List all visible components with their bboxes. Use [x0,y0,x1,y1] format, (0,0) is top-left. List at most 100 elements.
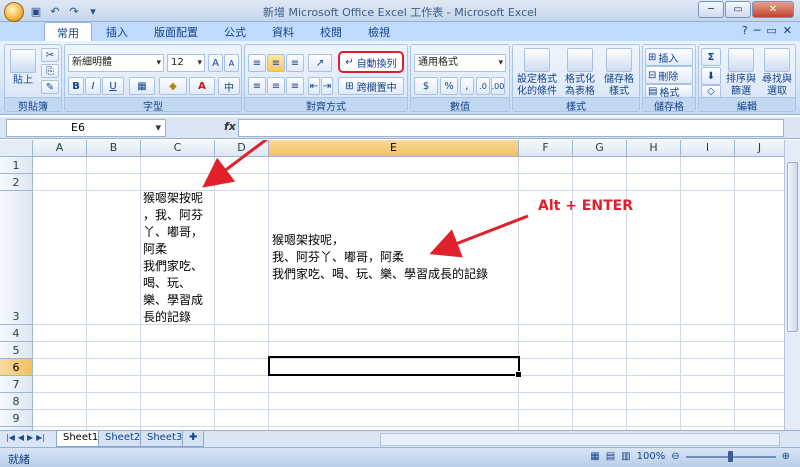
align-left-icon[interactable]: ≡ [248,77,266,95]
zoom-out-icon[interactable]: ⊖ [671,451,679,462]
tab-view[interactable]: 檢視 [356,22,402,41]
formula-controls: fx [170,119,240,137]
ribbon: 貼上 ✂ ⎘ ✎ 剪貼簿 新細明體 12 A A B I U ▦ ◆ A 中 字… [0,41,800,115]
conditional-format-button[interactable]: 設定格式化的條件 [515,48,559,98]
name-box[interactable]: E6 [6,119,166,137]
delete-cells-button[interactable]: ⊟ 刪除 [645,66,693,84]
align-right-icon[interactable]: ≡ [286,77,304,95]
italic-button[interactable]: I [85,77,101,95]
format-as-table-button[interactable]: 格式化為表格 [562,48,598,98]
decrease-decimal-icon[interactable]: .00 [491,77,505,95]
font-size-select[interactable]: 12 [167,54,205,72]
conditional-format-label: 設定格式化的條件 [517,74,557,97]
zoom-level[interactable]: 100% [637,451,666,462]
merge-icon: ⊞ [345,80,354,92]
font-group-label: 字型 [65,97,241,113]
cells-group: ⊞ 插入 ⊟ 刪除 ▤ 格式 儲存格 [642,44,696,113]
vertical-scroll-thumb[interactable] [787,162,798,332]
wrap-text-icon: ↵ [345,56,354,68]
autosum-button[interactable]: Σ [701,48,721,66]
tab-formulas[interactable]: 公式 [212,22,258,41]
formula-input[interactable] [238,119,784,137]
tab-review[interactable]: 校閱 [308,22,354,41]
format-cells-icon: ▤ [648,85,658,97]
paste-button[interactable]: 貼上 [9,49,37,87]
font-group: 新細明體 12 A A B I U ▦ ◆ A 中 字型 [64,44,242,113]
maximize-button[interactable]: ▭ [725,1,751,18]
align-bottom-icon[interactable]: ≡ [286,54,304,72]
sort-filter-button[interactable]: 排序與篩選 [724,48,758,98]
borders-icon[interactable]: ▦ [129,77,155,95]
cut-icon[interactable]: ✂ [41,48,59,62]
decrease-indent-icon[interactable]: ⇤ [308,77,320,95]
ribbon-close-icon[interactable]: ✕ [783,24,792,37]
align-top-icon[interactable]: ≡ [248,54,266,72]
ribbon-restore-icon[interactable]: ▭ [766,24,776,37]
insert-sheet-icon[interactable]: ✚ [182,431,205,447]
vertical-scrollbar[interactable] [784,140,800,430]
ribbon-help: ? ─ ▭ ✕ [742,24,792,37]
tab-page-layout[interactable]: 版面配置 [142,22,210,41]
percent-button[interactable]: % [440,77,458,95]
last-sheet-icon[interactable]: ▶| [36,433,45,442]
currency-button[interactable]: $ [414,77,438,95]
merge-center-button[interactable]: ⊞ 跨欄置中 [338,77,404,95]
status-bar: 就緒 ▦ ▤ ▥ 100% ⊖ ⊕ [0,447,800,467]
insert-function-button[interactable]: fx [224,120,236,133]
tab-data[interactable]: 資料 [260,22,306,41]
cell-styles-button[interactable]: 儲存格樣式 [601,48,637,98]
font-name-select[interactable]: 新細明體 [68,54,164,72]
normal-view-icon[interactable]: ▦ [590,451,599,462]
cells-group-label: 儲存格 [643,97,695,113]
tab-insert[interactable]: 插入 [94,22,140,41]
insert-cells-button[interactable]: ⊞ 插入 [645,48,693,66]
shrink-font-button[interactable]: A [224,54,239,72]
first-sheet-icon[interactable]: |◀ [6,433,15,442]
align-center-icon[interactable]: ≡ [267,77,285,95]
close-button[interactable]: ✕ [752,1,794,18]
alt-enter-arrow [429,214,529,258]
ribbon-minimize-icon[interactable]: ─ [754,24,761,37]
fill-icon[interactable]: ⬇ [701,67,721,85]
fill-color-icon[interactable]: ◆ [159,77,187,95]
phonetic-icon[interactable]: 中 [218,77,240,95]
increase-indent-icon[interactable]: ⇥ [321,77,333,95]
sort-filter-label: 排序與篩選 [726,74,756,97]
wrap-text-button[interactable]: ↵ 自動換列 [338,51,404,73]
cell-styles-label: 儲存格樣式 [604,74,634,97]
horizontal-scrollbar[interactable] [380,433,780,446]
alignment-group: ≡ ≡ ≡ ↗ ↵ 自動換列 ≡ ≡ ≡ ⇤ ⇥ ⊞ 跨欄置中 對齊方式 [244,44,408,113]
clipboard-group-label: 剪貼簿 [5,97,61,113]
grow-font-button[interactable]: A [208,54,223,72]
zoom-slider[interactable] [685,450,776,462]
font-color-button[interactable]: A [189,77,215,95]
find-select-icon [764,48,790,72]
increase-decimal-icon[interactable]: .0 [476,77,490,95]
find-select-button[interactable]: 尋找與選取 [760,48,794,98]
minimize-button[interactable]: ─ [698,1,724,18]
copy-icon[interactable]: ⎘ [41,64,59,78]
help-icon[interactable]: ? [742,24,748,37]
underline-button[interactable]: U [102,77,124,95]
orientation-icon[interactable]: ↗ [308,54,332,72]
tab-home[interactable]: 常用 [44,22,92,41]
number-format-select[interactable]: 通用格式 [414,54,506,72]
editing-group-label: 編輯 [699,97,795,113]
insert-cells-icon: ⊞ [648,51,657,63]
prev-sheet-icon[interactable]: ◀ [18,433,24,442]
page-break-view-icon[interactable]: ▥ [621,451,630,462]
status-ready: 就緒 [8,453,30,466]
worksheet-grid[interactable]: A B C D E F G H I J 1 2 3 4 5 6 7 8 9 10… [0,140,800,430]
next-sheet-icon[interactable]: ▶ [27,433,33,442]
find-select-label: 尋找與選取 [762,74,792,97]
zoom-in-icon[interactable]: ⊕ [782,451,790,462]
comma-button[interactable]: , [460,77,474,95]
window-controls: ─ ▭ ✕ [698,1,794,18]
format-cells-button[interactable]: ▤ 格式 [645,84,693,99]
clipboard-group: 貼上 ✂ ⎘ ✎ 剪貼簿 [4,44,62,113]
page-layout-view-icon[interactable]: ▤ [606,451,615,462]
align-middle-icon[interactable]: ≡ [267,54,285,72]
window-title: 新增 Microsoft Office Excel 工作表 - Microsof… [263,6,537,19]
bold-button[interactable]: B [68,77,84,95]
format-painter-icon[interactable]: ✎ [41,80,59,94]
